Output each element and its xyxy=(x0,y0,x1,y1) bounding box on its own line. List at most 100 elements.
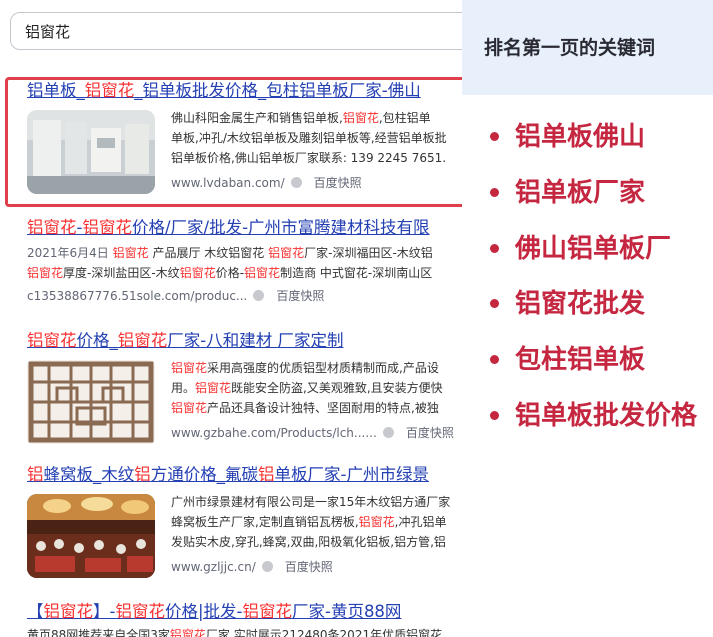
bullet-icon xyxy=(490,355,499,364)
snippet-keyword: 铝窗花 xyxy=(195,381,232,395)
title-keyword: 铝 xyxy=(258,465,275,484)
title-text: 价格|批发- xyxy=(164,602,243,621)
title-text: 】- xyxy=(93,602,116,621)
title-keyword: 铝窗花 xyxy=(27,218,77,237)
snippet-line: 佛山科阳金属生产和销售铝单板,铝窗花,包柱铝单 xyxy=(171,108,462,128)
snapshot-link[interactable]: 百度快照 xyxy=(285,560,333,574)
snippet-keyword: 铝窗花 xyxy=(179,266,216,280)
snippet-line: 蜂窝板生产厂家,定制直销铝瓦楞板,铝窗花,冲孔铝单 xyxy=(171,512,462,532)
source-url[interactable]: www.gzljjc.cn/ xyxy=(171,560,256,574)
result-snippet: 广州市绿景建材有限公司是一家15年木纹铝方通厂家 蜂窝板生产厂家,定制直销铝瓦楞… xyxy=(171,492,462,576)
snapshot-icon xyxy=(382,427,394,438)
result-title-link[interactable]: 铝窗花-铝窗花价格/厂家/批发-广州市富腾建材科技有限 xyxy=(27,217,462,239)
title-text: 厂家-黄页88网 xyxy=(291,602,402,621)
result-source: www.gzljjc.cn/百度快照 xyxy=(171,558,462,576)
title-keyword: 铝窗花 xyxy=(82,218,132,237)
result-source: www.lvdaban.com/百度快照 xyxy=(171,174,462,192)
snapshot-icon xyxy=(261,561,273,572)
result-snippet: 佛山科阳金属生产和销售铝单板,铝窗花,包柱铝单 单板,冲孔/木纹铝单板及雕刻铝单… xyxy=(171,108,462,192)
title-keyword: 铝窗花 xyxy=(115,602,165,621)
result-thumbnail[interactable] xyxy=(27,360,155,444)
keyword-text: 铝单板厂家 xyxy=(515,178,646,208)
snippet-text: ,冲孔铝单 xyxy=(394,515,447,529)
keyword-text: 包柱铝单板 xyxy=(515,345,646,375)
title-keyword: 铝窗花 xyxy=(242,602,292,621)
search-box[interactable] xyxy=(10,12,462,50)
title-keyword: 铝窗花 xyxy=(84,81,135,100)
result-source: c13538867776.51sole.com/produc... 百度快照 xyxy=(27,287,462,305)
result-snippet: 铝窗花采用高强度的优质铝型材质精制而成,产品设 用。铝窗花既能安全防盗,又美观雅… xyxy=(171,358,462,442)
snippet-line: 黄页88网推荐来自全国3家铝窗花厂家,实时展示212480条2021年优质铝窗花 xyxy=(27,625,462,637)
title-text: 厂家-八和建材 厂家定制 xyxy=(167,331,344,350)
snippet-text: 黄页88网推荐来自全国3家 xyxy=(27,628,170,637)
snippet-keyword: 铝窗花 xyxy=(268,246,305,260)
snippet-text: 广州市绿景建材有限公司是一家15年木纹铝方通厂家 xyxy=(171,495,451,509)
search-result-3: 铝窗花价格_铝窗花厂家-八和建材 厂家定制 铝窗花采用高强度的优质铝型材质精制而… xyxy=(27,330,462,444)
snippet-line: 铝窗花厚度-深圳盐田区-木纹铝窗花价格-铝窗花制造商 中式窗花-深圳南山区 xyxy=(27,263,462,283)
snippet-line: 用。铝窗花既能安全防盗,又美观雅致,且安装方便快 xyxy=(171,378,462,398)
snippet-text: ,包柱铝单 xyxy=(378,111,431,125)
result-title-link[interactable]: 【铝窗花】-铝窗花价格|批发-铝窗花厂家-黄页88网 xyxy=(27,601,462,623)
title-text: _铝单板批发价格_包柱铝单板厂家-佛山 xyxy=(134,81,421,100)
title-text: 铝单板_ xyxy=(27,81,85,100)
title-keyword: 铝窗花 xyxy=(43,602,94,621)
search-input[interactable] xyxy=(25,21,455,41)
title-keyword: 铝窗花 xyxy=(117,331,168,350)
keyword-text: 铝单板批发价格 xyxy=(515,401,698,431)
snippet-text: 佛山科阳金属生产和销售铝单板, xyxy=(171,111,343,125)
result-title-link[interactable]: 铝蜂窝板_木纹铝方通价格_氟碳铝单板厂家-广州市绿景 xyxy=(27,464,462,486)
result-snippet: 2021年6月4日 铝窗花 产品展厅 木纹铝窗花 铝窗花厂家-深圳福田区-木纹铝… xyxy=(27,243,462,305)
snippet-keyword: 铝窗花 xyxy=(112,246,149,260)
snippet-keyword: 铝窗花 xyxy=(171,401,208,415)
keyword-text: 佛山铝单板厂 xyxy=(515,234,672,264)
title-text: 【 xyxy=(27,602,44,621)
result-thumbnail[interactable] xyxy=(27,110,155,194)
title-keyword: 铝 xyxy=(134,465,151,484)
snippet-line: 铝单板价格,佛山铝单板厂家联系: 139 2245 7651. xyxy=(171,148,462,168)
snippet-text: 铝单板价格,佛山铝单板厂家联系: 139 2245 7651. xyxy=(171,151,447,165)
snippet-text: 产品展厅 木纹铝窗花 xyxy=(148,246,269,260)
keyword-text: 铝单板佛山 xyxy=(515,122,646,152)
source-url[interactable]: www.gzbahe.com/Products/lch...... xyxy=(171,426,377,440)
search-result-2: 铝窗花-铝窗花价格/厂家/批发-广州市富腾建材科技有限 2021年6月4日 铝窗… xyxy=(27,217,462,303)
snippet-text: 用。 xyxy=(171,381,196,395)
snippet-line: 广州市绿景建材有限公司是一家15年木纹铝方通厂家 xyxy=(171,492,462,512)
panel-header: 排名第一页的关键词 xyxy=(462,0,713,95)
bullet-icon xyxy=(490,188,499,197)
source-url[interactable]: c13538867776.51sole.com/produc... xyxy=(27,289,247,303)
snippet-keyword: 铝窗花 xyxy=(169,628,206,637)
search-result-1: 铝单板_铝窗花_铝单板批发价格_包柱铝单板厂家-佛山 佛山科阳金属生产和销售铝单… xyxy=(27,80,462,194)
snippet-line: 铝窗花产品还具备设计独特、坚固耐用的特点,被独 xyxy=(171,398,462,418)
snippet-text: 既能安全防盗,又美观雅致,且安装方便快 xyxy=(231,381,443,395)
snippet-keyword: 铝窗花 xyxy=(171,361,208,375)
snapshot-link[interactable]: 百度快照 xyxy=(314,176,362,190)
result-thumbnail[interactable] xyxy=(27,494,155,578)
snippet-text: 产品还具备设计独特、坚固耐用的特点,被独 xyxy=(207,401,439,415)
keyword-text: 铝窗花批发 xyxy=(515,289,646,319)
search-result-5: 【铝窗花】-铝窗花价格|批发-铝窗花厂家-黄页88网 黄页88网推荐来自全国3家… xyxy=(27,601,462,637)
title-text: 价格_ xyxy=(76,331,118,350)
search-result-4: 铝蜂窝板_木纹铝方通价格_氟碳铝单板厂家-广州市绿景 广州市绿景建材有限公司是一… xyxy=(27,464,462,578)
bullet-icon xyxy=(490,411,499,420)
result-title-link[interactable]: 铝窗花价格_铝窗花厂家-八和建材 厂家定制 xyxy=(27,330,462,352)
source-url[interactable]: www.lvdaban.com/ xyxy=(171,176,285,190)
snippet-line: 2021年6月4日 铝窗花 产品展厅 木纹铝窗花 铝窗花厂家-深圳福田区-木纹铝 xyxy=(27,243,462,263)
result-title-link[interactable]: 铝单板_铝窗花_铝单板批发价格_包柱铝单板厂家-佛山 xyxy=(27,80,462,102)
snippet-text: 单板,冲孔/木纹铝单板及雕刻铝单板等,经营铝单板批 xyxy=(171,131,447,145)
snippet-text: 厂家,实时展示212480条2021年优质铝窗花 xyxy=(205,628,443,637)
title-keyword: 铝窗花 xyxy=(27,331,77,350)
snapshot-link[interactable]: 百度快照 xyxy=(276,289,324,303)
snapshot-link[interactable]: 百度快照 xyxy=(406,426,454,440)
snippet-text: 采用高强度的优质铝型材质精制而成,产品设 xyxy=(207,361,439,375)
result-snippet: 黄页88网推荐来自全国3家铝窗花厂家,实时展示212480条2021年优质铝窗花 xyxy=(27,625,462,637)
snippet-keyword: 铝窗花 xyxy=(27,266,64,280)
snippet-text: 制造商 中式窗花-深圳南山区 xyxy=(280,266,433,280)
title-text: 价格/厂家/批发-广州市富腾建材科技有限 xyxy=(131,218,430,237)
title-text: 蜂窝板_木纹 xyxy=(43,465,135,484)
search-results-area: 铝单板_铝窗花_铝单板批发价格_包柱铝单板厂家-佛山 佛山科阳金属生产和销售铝单… xyxy=(0,0,462,637)
result-source: www.gzbahe.com/Products/lch...... 百度快照 xyxy=(171,424,462,442)
snippet-line: 发贴实木皮,穿孔,蜂窝,双曲,阳极氧化铝板,铝方管,铝 xyxy=(171,532,462,552)
snapshot-icon xyxy=(253,290,265,301)
snapshot-icon xyxy=(290,177,302,188)
title-text: 方通价格_氟碳 xyxy=(150,465,258,484)
